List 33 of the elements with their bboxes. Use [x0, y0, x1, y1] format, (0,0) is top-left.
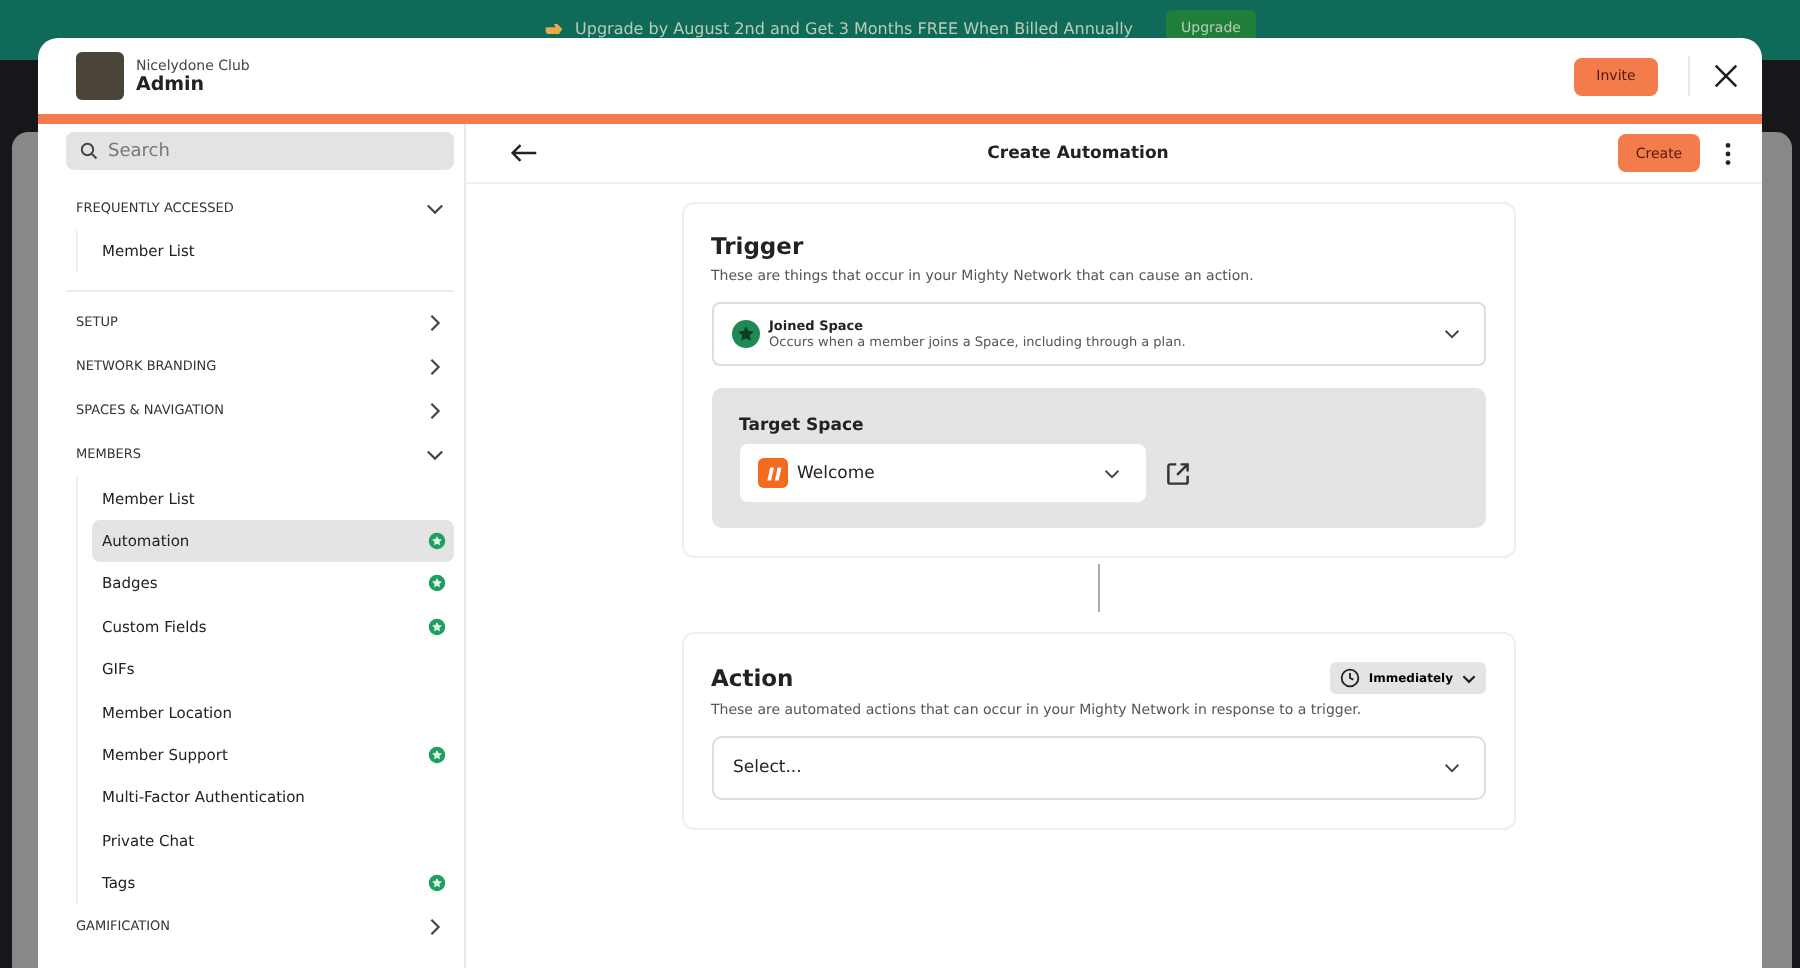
star-badge-icon — [428, 617, 446, 636]
card-title: Action — [711, 664, 794, 692]
search-field[interactable]: Search — [66, 132, 454, 170]
chevron-icon — [426, 313, 444, 332]
chevron-icon — [426, 357, 444, 376]
chevron-icon — [1103, 465, 1119, 481]
clock-icon — [1340, 668, 1361, 688]
promo-text: Upgrade by August 2nd and Get 3 Months FREE When Billed Annually — [575, 19, 1134, 37]
page-title: Create Automation — [985, 143, 1171, 163]
card-title: Trigger — [711, 232, 806, 260]
chevron-icon — [1443, 326, 1459, 342]
target-label: Target Space — [739, 416, 866, 436]
modal-title: Admin — [136, 73, 205, 95]
chevron-icon — [1443, 760, 1459, 776]
chevron-icon — [426, 199, 444, 217]
more-options-icon[interactable] — [1724, 141, 1732, 165]
network-photo-placeholder — [76, 52, 124, 100]
chevron-icon — [426, 445, 444, 464]
star-badge-icon — [731, 320, 759, 348]
chevron-icon — [426, 917, 444, 936]
pointing-hand-icon — [543, 21, 564, 35]
chevron-icon — [426, 401, 444, 420]
star-badge-icon — [428, 745, 446, 764]
action-select[interactable]: Select... — [711, 736, 1485, 800]
star-badge-icon — [428, 531, 446, 550]
star-badge-icon — [428, 874, 446, 893]
close-icon[interactable] — [1714, 64, 1738, 88]
chevron-icon — [1461, 671, 1475, 685]
star-badge-icon — [428, 574, 446, 593]
space-icon — [757, 458, 787, 488]
space-select[interactable]: Welcome — [739, 444, 1145, 502]
back-arrow-icon[interactable] — [510, 142, 538, 164]
external-link-icon[interactable] — [1163, 459, 1191, 487]
